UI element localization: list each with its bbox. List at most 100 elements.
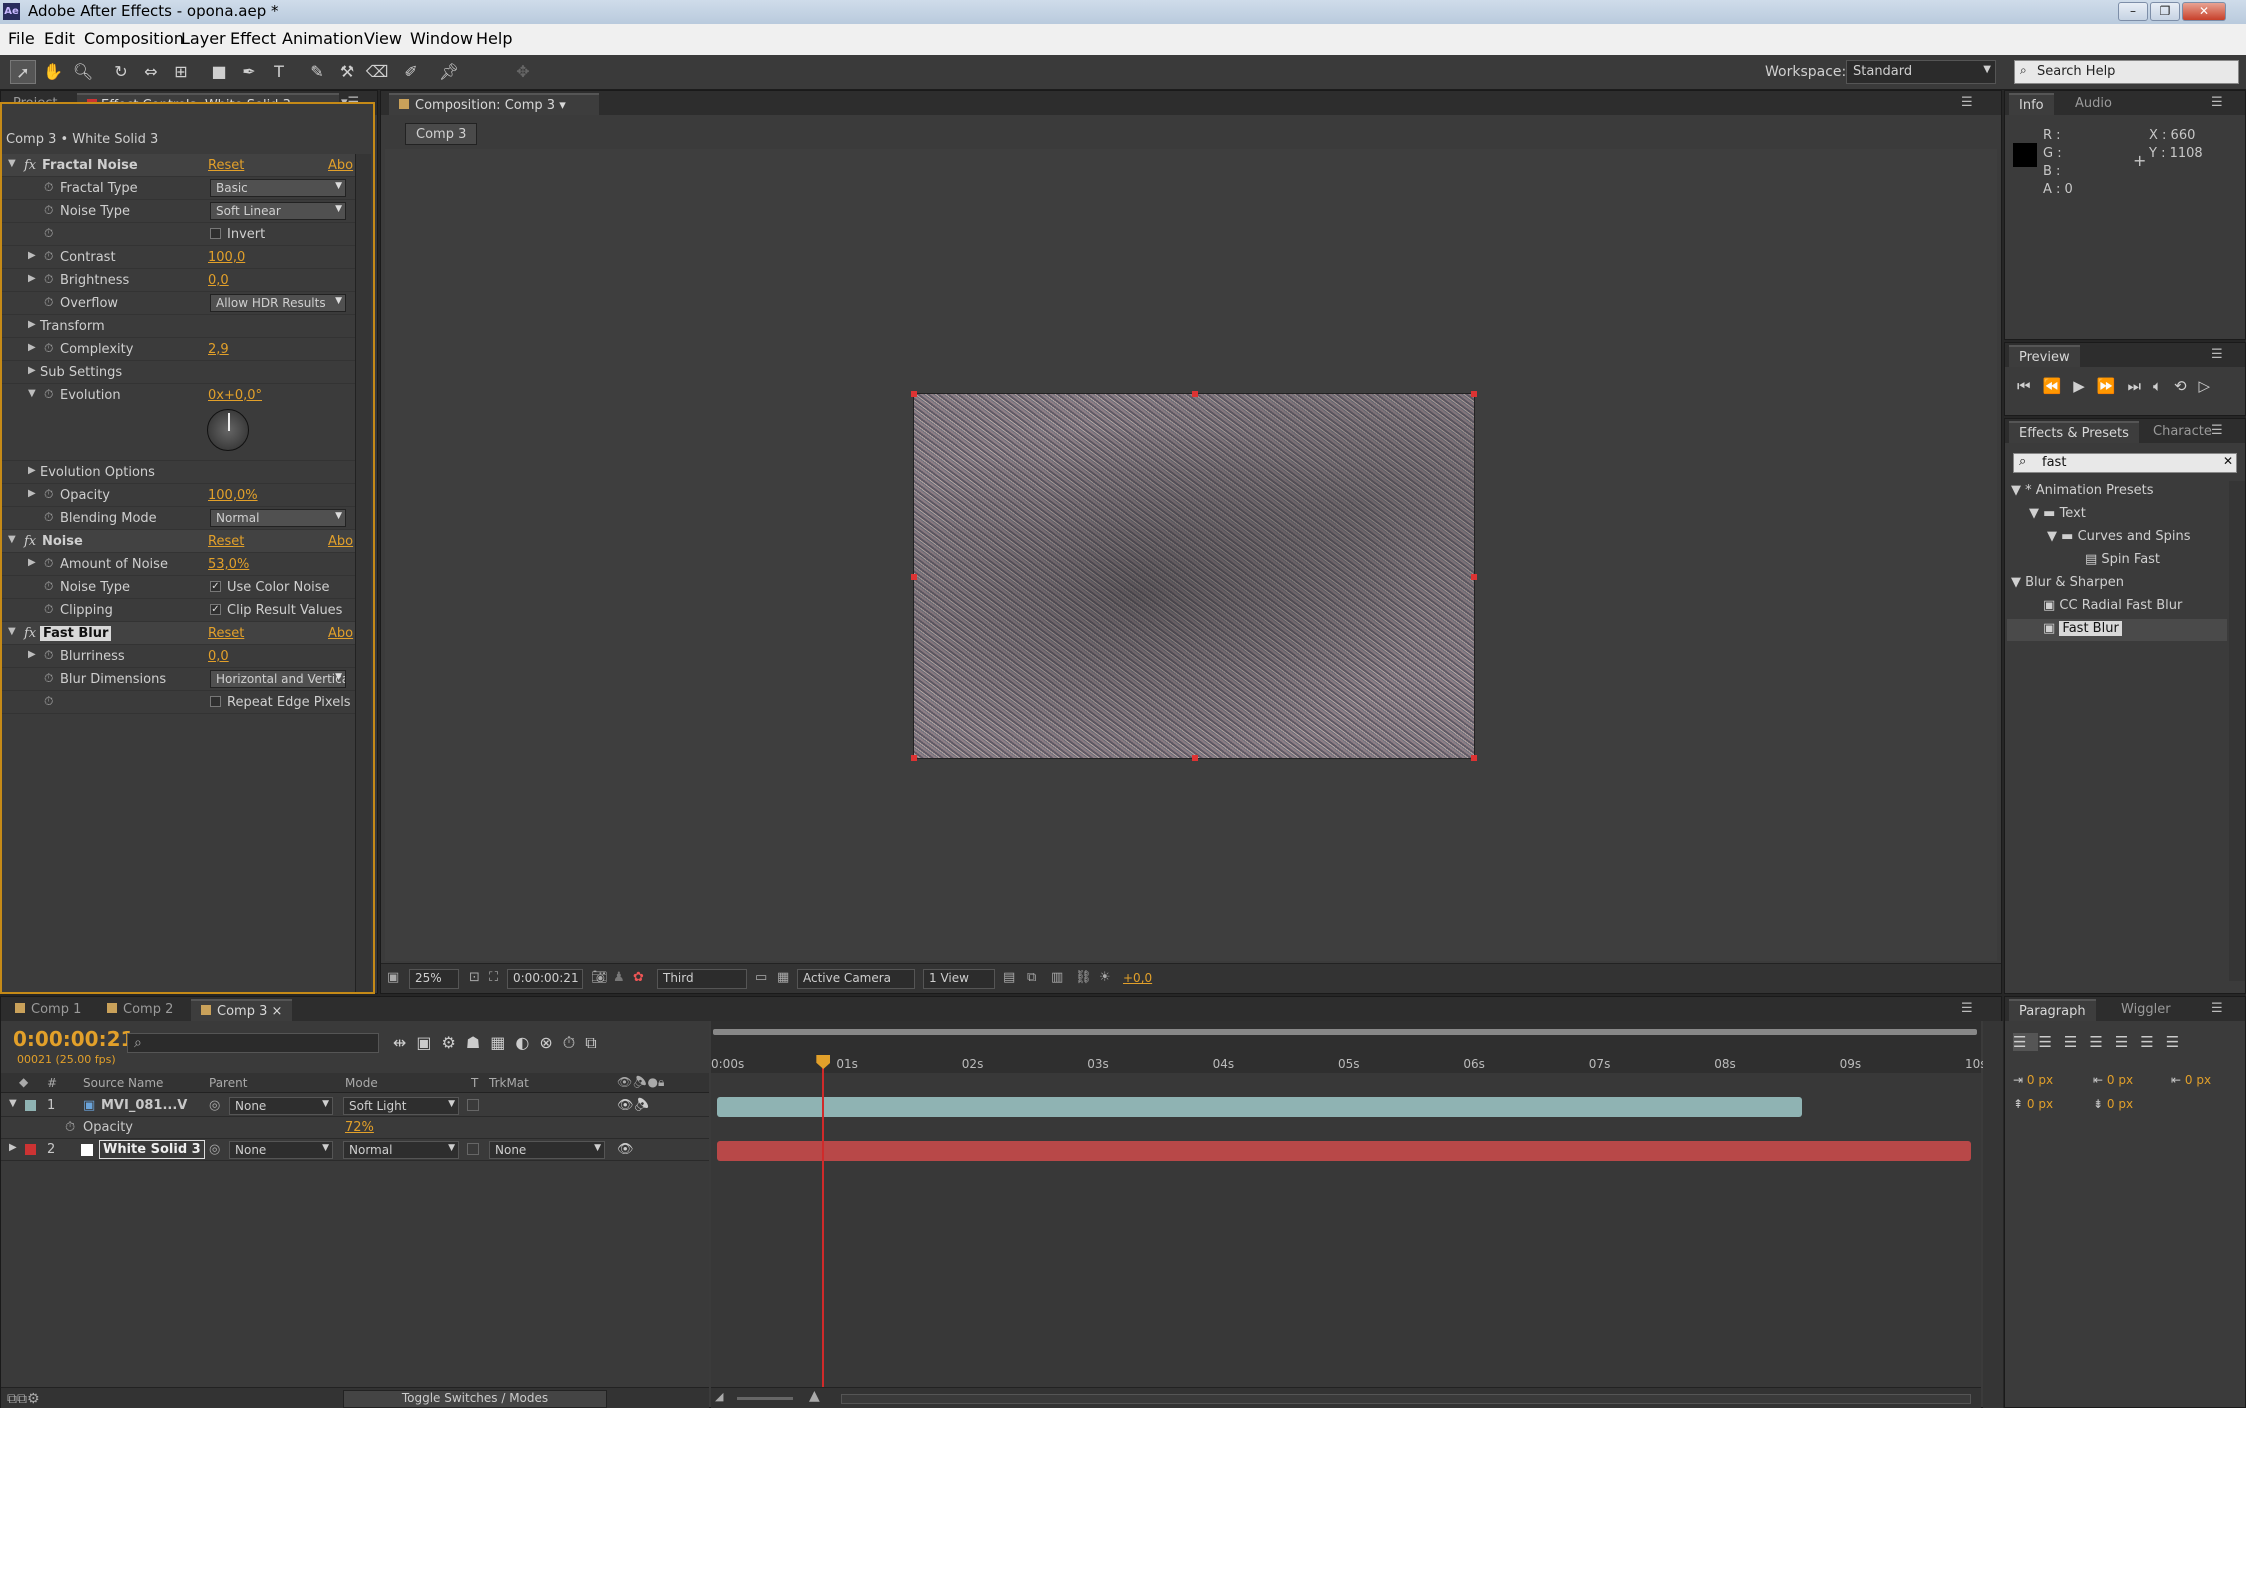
expand-triangle-icon[interactable]: ▶ xyxy=(28,319,36,330)
brightness-value[interactable]: 0,0 xyxy=(208,273,229,288)
expand-triangle-icon[interactable]: ▶ xyxy=(9,1142,17,1153)
selection-tool-icon[interactable]: ➚ xyxy=(10,60,36,84)
about-link[interactable]: Abo xyxy=(328,626,353,641)
group-transform[interactable]: ▶ Transform xyxy=(2,315,355,338)
tree-item-text[interactable]: ▼ ▬ Text xyxy=(2029,506,2086,521)
menu-view[interactable]: View xyxy=(364,29,402,48)
flowchart-icon[interactable]: ⛓ xyxy=(1075,970,1092,985)
ram-preview-icon[interactable]: ▷ xyxy=(2199,377,2223,395)
hand-tool-icon[interactable]: ✋ xyxy=(40,60,66,84)
tree-item-blur-sharpen[interactable]: ▼ Blur & Sharpen xyxy=(2011,575,2124,590)
loop-icon[interactable]: ⟲ xyxy=(2174,377,2199,395)
expand-triangle-icon[interactable]: ▼ xyxy=(2011,483,2025,498)
about-link[interactable]: Abo xyxy=(328,158,353,173)
fit-icon[interactable]: ⊡ xyxy=(469,970,480,985)
column-parent[interactable]: Parent xyxy=(209,1076,247,1090)
reset-link[interactable]: Reset xyxy=(208,626,244,641)
stopwatch-icon[interactable]: ⏱ xyxy=(44,226,53,241)
parent-select[interactable]: None xyxy=(229,1097,333,1115)
draft-3d-icon[interactable]: ⚙ xyxy=(442,1033,466,1052)
tab-paragraph[interactable]: Paragraph xyxy=(2009,999,2096,1021)
layer-row-1[interactable]: ▼ 1 ▣ MVI_081...V ◎ None Soft Light 👁︎🔈︎ xyxy=(1,1095,709,1117)
blurriness-value[interactable]: 0,0 xyxy=(208,649,229,664)
reset-link[interactable]: Reset xyxy=(208,534,244,549)
roto-brush-tool-icon[interactable]: ✐ xyxy=(398,60,424,84)
play-icon[interactable]: ▶ xyxy=(2073,377,2097,395)
expand-triangle-icon[interactable]: ▼ xyxy=(8,626,16,637)
restore-button[interactable]: ❐ xyxy=(2150,2,2180,21)
column-number[interactable]: # xyxy=(47,1076,57,1090)
search-help-input[interactable]: ⌕ Search Help xyxy=(2014,60,2239,84)
expand-triangle-icon[interactable]: ▶ xyxy=(28,557,36,568)
tab-info[interactable]: Info xyxy=(2009,93,2054,115)
indent-left-value[interactable]: 0 px xyxy=(2027,1073,2053,1087)
expand-triangle-icon[interactable]: ▼ xyxy=(8,158,16,169)
composition-viewer[interactable] xyxy=(385,149,1997,961)
stopwatch-icon[interactable]: ⏱ xyxy=(44,556,53,571)
tab-effects-presets[interactable]: Effects & Presets xyxy=(2009,421,2139,443)
transparency-grid-icon[interactable]: ▦ xyxy=(777,970,789,985)
tree-item-animation-presets[interactable]: ▼ * Animation Presets xyxy=(2011,483,2154,498)
graph-editor-icon[interactable]: ⊗ xyxy=(539,1033,562,1052)
exposure-icon[interactable]: ☀ xyxy=(1099,970,1111,985)
menu-help[interactable]: Help xyxy=(476,29,512,48)
panel-menu-icon[interactable]: ☰ xyxy=(2211,95,2223,110)
align-center-icon[interactable]: ☰ xyxy=(2038,1033,2063,1051)
menu-animation[interactable]: Animation xyxy=(282,29,364,48)
tab-comp-1[interactable]: Comp 1 xyxy=(5,999,91,1021)
region-of-interest-icon[interactable]: ▭ xyxy=(755,970,767,985)
opacity-value[interactable]: 100,0% xyxy=(208,488,258,503)
camera-tool-icon[interactable]: ⇔ xyxy=(138,60,164,84)
live-update-icon[interactable]: ▣ xyxy=(416,1033,441,1052)
layer-handle[interactable] xyxy=(1471,755,1477,761)
clear-search-icon[interactable]: ✕ xyxy=(2223,454,2233,468)
blur-dimensions-select[interactable]: Horizontal and Vertical xyxy=(210,670,346,688)
layer-label-color[interactable] xyxy=(25,1100,36,1111)
first-frame-icon[interactable]: ⏮ xyxy=(2017,377,2043,395)
tab-comp-2[interactable]: Comp 2 xyxy=(97,999,183,1021)
blend-mode-select[interactable]: Normal xyxy=(343,1141,459,1159)
tab-wiggler[interactable]: Wiggler xyxy=(2111,999,2181,1021)
stopwatch-icon[interactable]: ⏱ xyxy=(44,694,53,709)
repeat-edge-checkbox[interactable] xyxy=(210,696,221,707)
brainstorm-icon[interactable]: ⏱ xyxy=(563,1033,585,1052)
resolution-select[interactable]: Third xyxy=(657,969,747,989)
layer-duration-bar[interactable] xyxy=(717,1097,1802,1117)
preserve-transparency-checkbox[interactable] xyxy=(467,1099,479,1111)
group-evolution-options[interactable]: ▶ Evolution Options xyxy=(2,461,355,484)
pan-behind-tool-icon[interactable]: ⊞ xyxy=(168,60,194,84)
menu-edit[interactable]: Edit xyxy=(44,29,75,48)
stopwatch-icon[interactable]: ⏱ xyxy=(44,203,53,218)
justify-left-icon[interactable]: ☰ xyxy=(2089,1033,2114,1051)
fractal-type-select[interactable]: Basic xyxy=(210,179,346,197)
group-sub-settings[interactable]: ▶ Sub Settings xyxy=(2,361,355,384)
stopwatch-icon[interactable]: ⏱ xyxy=(44,648,53,663)
view-layout-select[interactable]: 1 View xyxy=(923,969,995,989)
expand-triangle-icon[interactable]: ▶ xyxy=(28,649,36,660)
expand-triangle-icon[interactable]: ▶ xyxy=(28,465,36,476)
scrollbar[interactable] xyxy=(355,154,371,992)
zoom-tool-icon[interactable]: 🔍︎ xyxy=(70,60,96,84)
tree-item-fast-blur[interactable]: ▣ Fast Blur xyxy=(2043,621,2122,636)
close-button[interactable]: ✕ xyxy=(2182,2,2226,21)
invert-checkbox[interactable] xyxy=(210,228,221,239)
column-mode[interactable]: Mode xyxy=(345,1076,378,1090)
justify-right-icon[interactable]: ☰ xyxy=(2140,1033,2165,1051)
layer-handle[interactable] xyxy=(1192,391,1198,397)
layer-handle[interactable] xyxy=(1471,574,1477,580)
effects-search-input[interactable]: ⌕ fast ✕ xyxy=(2013,453,2237,473)
snapshot-icon[interactable]: 📷︎ xyxy=(591,970,608,985)
track-matte-select[interactable]: None xyxy=(489,1141,605,1159)
zoom-select[interactable]: 25% xyxy=(409,969,459,989)
layer-label-color[interactable] xyxy=(25,1144,36,1155)
hide-shy-icon[interactable]: ☗ xyxy=(466,1033,490,1052)
stopwatch-icon[interactable]: ⏱ xyxy=(44,671,53,686)
stopwatch-icon[interactable]: ⏱ xyxy=(44,602,53,617)
stopwatch-icon[interactable]: ⏱ xyxy=(44,387,53,402)
pixel-aspect-icon[interactable]: ▤ xyxy=(1003,970,1015,985)
playhead[interactable] xyxy=(816,1055,831,1387)
collapse-triangle-icon[interactable]: ▼ xyxy=(28,388,36,399)
timeline-timecode[interactable]: 0:00:00:21 xyxy=(13,1027,134,1051)
opacity-value[interactable]: 72% xyxy=(345,1120,374,1135)
contrast-value[interactable]: 100,0 xyxy=(208,250,245,265)
